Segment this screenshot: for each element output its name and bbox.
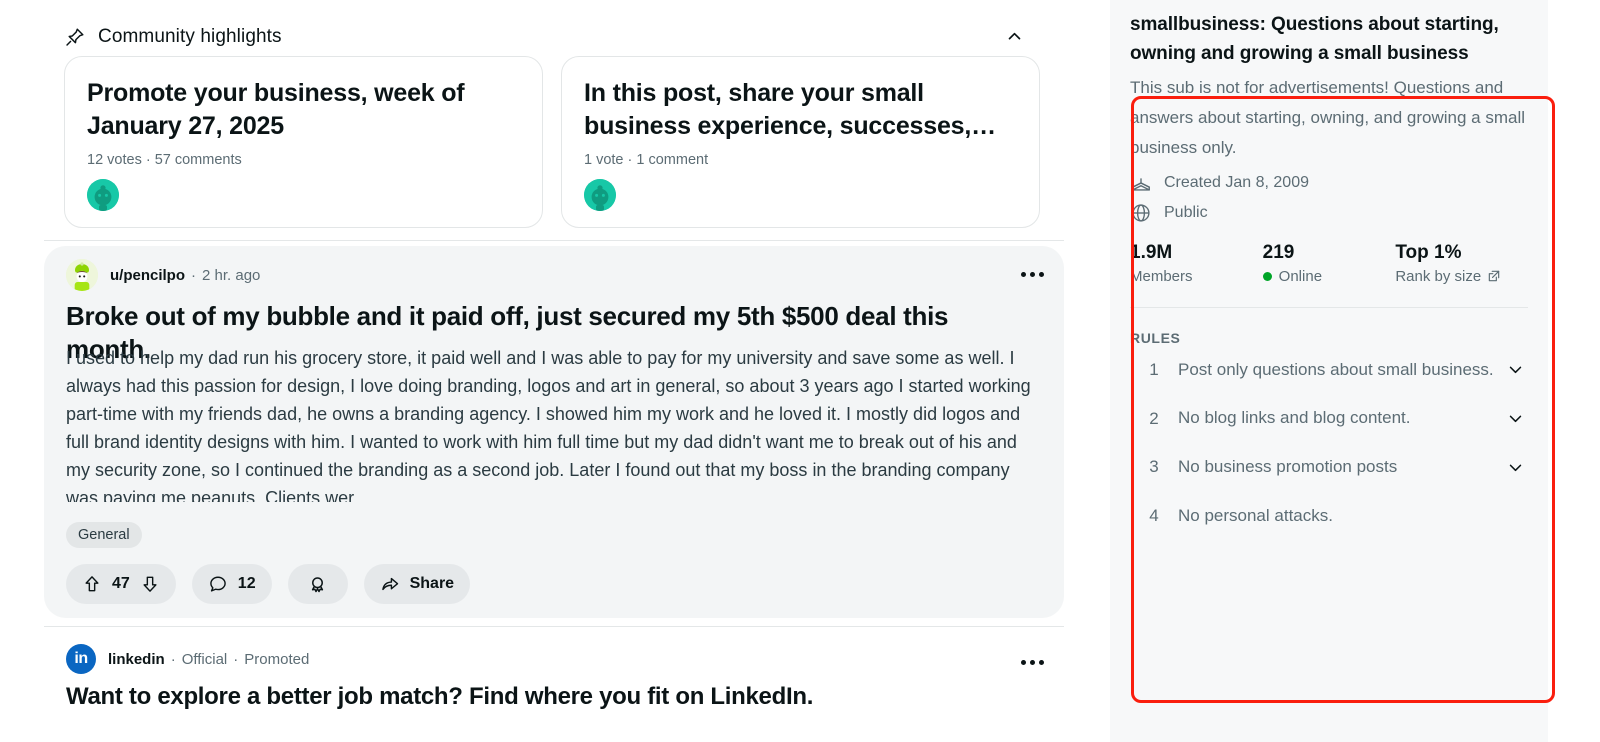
stat-label-text: Online: [1278, 267, 1323, 285]
community-highlights-header: Community highlights: [64, 20, 1040, 54]
post-action-bar: 47 12 Share: [66, 564, 471, 604]
pin-icon: [64, 26, 86, 48]
community-highlights-cards: Promote your business, week of January 2…: [64, 56, 1040, 228]
community-stats: 1.9M Members 219 Online Top 1% Rank by s…: [1130, 242, 1528, 285]
post-flair-tag[interactable]: General: [66, 522, 142, 548]
highlight-card[interactable]: In this post, share your small business …: [561, 56, 1040, 228]
promoted-post[interactable]: in linkedin · Official · Promoted Want t…: [44, 636, 1064, 736]
downvote-arrow-icon[interactable]: [140, 574, 160, 594]
rule-text: Post only questions about small business…: [1178, 359, 1494, 379]
award-button[interactable]: [287, 564, 348, 604]
subreddit-avatar: [87, 179, 119, 211]
chevron-down-icon[interactable]: [1502, 410, 1528, 427]
share-label: Share: [409, 575, 455, 592]
promoted-separator: ·: [233, 650, 239, 668]
stat-members: 1.9M Members: [1130, 242, 1263, 285]
promoted-advertiser-name[interactable]: linkedin: [108, 651, 165, 668]
post-separator: ·: [191, 266, 196, 284]
rule-item[interactable]: 4 No personal attacks.: [1130, 492, 1528, 541]
community-created-row: Created Jan 8, 2009: [1130, 172, 1528, 194]
stat-label-text: Rank by size: [1395, 267, 1482, 285]
community-description: This sub is not for advertisements! Ques…: [1130, 77, 1525, 158]
comments-pill[interactable]: 12: [191, 564, 272, 604]
post-card[interactable]: u/pencilpo · 2 hr. ago Broke out of my b…: [44, 246, 1064, 618]
promoted-overflow-menu-icon[interactable]: [1014, 644, 1050, 680]
community-visibility-row: Public: [1130, 202, 1528, 224]
post-header: u/pencilpo · 2 hr. ago: [66, 259, 260, 291]
highlight-card-title: In this post, share your small business …: [584, 79, 996, 140]
highlight-card[interactable]: Promote your business, week of January 2…: [64, 56, 543, 228]
comment-bubble-icon: [208, 574, 228, 594]
external-link-icon[interactable]: [1487, 269, 1501, 283]
reddit-page: Community highlights Promote your busine…: [0, 0, 1600, 742]
post-timestamp: 2 hr. ago: [202, 266, 261, 284]
award-badge-icon: [307, 574, 328, 595]
feed-divider: [44, 240, 1064, 241]
collapse-highlights-button[interactable]: [1000, 22, 1028, 50]
post-overflow-menu-icon[interactable]: [1014, 256, 1050, 292]
promoted-label: Promoted: [244, 650, 310, 668]
comment-count: 12: [237, 575, 256, 592]
community-title: smallbusiness: Questions about starting,…: [1130, 14, 1499, 65]
stat-rank: Top 1% Rank by size: [1395, 242, 1528, 285]
rule-number: 3: [1149, 457, 1159, 477]
stat-value: 1.9M: [1130, 241, 1173, 263]
vote-score: 47: [112, 575, 130, 592]
upvote-arrow-icon[interactable]: [82, 574, 102, 594]
stat-label: Online: [1262, 267, 1396, 285]
linkedin-logo-icon: in: [66, 644, 96, 674]
rules-section-header: RULES: [1130, 329, 1181, 346]
online-status-dot: [1262, 271, 1272, 281]
stat-value: 219: [1262, 241, 1295, 263]
post-author[interactable]: u/pencilpo: [110, 267, 185, 284]
promoted-official-label: Official: [181, 650, 228, 668]
stat-value: Top 1%: [1395, 241, 1462, 263]
post-body-text: I used to help my dad run his grocery st…: [66, 348, 1031, 502]
community-created-text: Created Jan 8, 2009: [1164, 173, 1309, 191]
community-highlights-label: Community highlights: [98, 26, 282, 47]
cake-icon: [1130, 172, 1152, 194]
rule-text: No business promotion posts: [1178, 456, 1398, 476]
stat-label[interactable]: Rank by size: [1395, 268, 1528, 285]
highlight-card-title: Promote your business, week of January 2…: [87, 79, 465, 140]
stat-label-text: Members: [1130, 267, 1193, 285]
rule-text: No blog links and blog content.: [1178, 408, 1411, 428]
highlight-card-meta: 1 vote · 1 comment: [584, 152, 709, 168]
main-feed: Community highlights Promote your busine…: [0, 0, 1064, 742]
rule-number: 2: [1149, 408, 1159, 428]
rule-text: No personal attacks.: [1178, 505, 1333, 525]
feed-divider: [44, 626, 1064, 627]
rule-item[interactable]: 1 Post only questions about small busine…: [1130, 346, 1528, 395]
share-button[interactable]: Share: [363, 564, 471, 604]
highlight-card-meta: 12 votes · 57 comments: [87, 152, 242, 168]
stat-online: 219 Online: [1262, 241, 1396, 285]
community-sidebar: smallbusiness: Questions about starting,…: [1110, 0, 1548, 742]
rule-item[interactable]: 2 No blog links and blog content.: [1130, 394, 1528, 443]
subreddit-avatar: [584, 179, 616, 211]
rule-number: 1: [1149, 359, 1159, 379]
stat-label: Members: [1130, 268, 1263, 285]
globe-icon: [1130, 202, 1152, 224]
sidebar-divider: [1130, 306, 1528, 308]
chevron-down-icon[interactable]: [1502, 459, 1528, 476]
rule-number: 4: [1149, 505, 1159, 525]
promoted-post-header: in linkedin · Official · Promoted: [66, 644, 309, 674]
promoted-separator: ·: [170, 650, 176, 668]
promoted-post-title[interactable]: Want to explore a better job match? Find…: [66, 682, 1026, 712]
rule-item[interactable]: 3 No business promotion posts: [1130, 443, 1528, 492]
chevron-down-icon[interactable]: [1502, 361, 1528, 378]
user-avatar[interactable]: [66, 259, 98, 291]
community-visibility-text: Public: [1164, 203, 1208, 221]
share-arrow-icon: [380, 574, 400, 594]
vote-pill[interactable]: 47: [66, 564, 176, 604]
